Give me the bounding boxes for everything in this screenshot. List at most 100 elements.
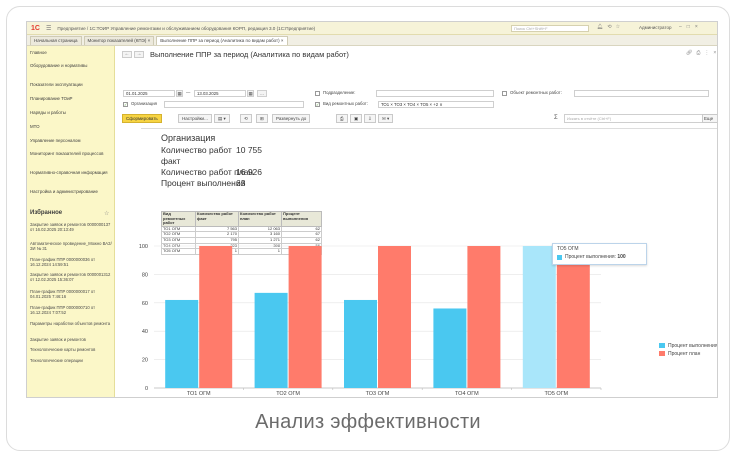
table-cell[interactable]: 100 (281, 248, 322, 255)
forward-arrow-icon[interactable]: → (134, 51, 144, 58)
nav-arrows: ← → (122, 51, 144, 58)
chart-tooltip: ТО5 ОГМ Процент выполнения: 100 (552, 243, 647, 265)
variant-button[interactable]: ▤ ▾ (214, 114, 230, 123)
stat-label: Количество работ (161, 145, 232, 155)
sidebar-item-reference[interactable]: Нормативно-справочная информация (30, 170, 112, 175)
link-icon[interactable]: 🔗︎ (686, 50, 692, 56)
print-icon[interactable]: ⎙ (696, 50, 700, 56)
report-table: Вид ремонтных работ Количество работ фак… (161, 211, 322, 255)
caption: Анализ эффективности (255, 411, 481, 433)
sidebar: Главное Оборудование и нормативы Показат… (27, 46, 115, 397)
table-header-row: Вид ремонтных работ Количество работ фак… (161, 211, 322, 227)
tab-kpi-monitor[interactable]: Монитор показателей (КПЭ) × (83, 36, 155, 45)
tooltip-label: Процент выполнения: 100 (565, 254, 626, 260)
stat-value: 63 (236, 178, 246, 188)
favorite-item[interactable]: Закрытие заявок и ремонтов (30, 337, 112, 342)
column-header: Количество работ факт (195, 211, 239, 227)
table-cell[interactable]: 1 (238, 248, 282, 255)
date-from-input[interactable]: 01.01.2025 (123, 90, 175, 97)
subdivision-label: Подразделение: (323, 90, 356, 95)
date-to-input[interactable]: 13.03.2025 (194, 90, 246, 97)
close-icon[interactable]: × (695, 24, 698, 30)
tooltip-title: ТО5 ОГМ (557, 246, 579, 252)
more-icon[interactable]: ⋮ (704, 50, 709, 56)
app-screenshot: 1С ☰ Предприятие / 1С:ТОИР Управление ре… (26, 21, 718, 398)
sidebar-item-equipment[interactable]: Оборудование и нормативы (30, 63, 112, 68)
sidebar-item-main[interactable]: Главное (30, 50, 112, 55)
report-organization: Организация (161, 133, 216, 143)
work-types-input[interactable]: ТО1 × ТО3 × ТО4 × ТО5 × +2 ∨ (378, 101, 494, 108)
organization-checkbox[interactable]: ✓ (123, 102, 128, 107)
minimize-icon[interactable]: – (679, 24, 682, 30)
more-button[interactable]: Еще (702, 114, 717, 123)
refresh-icon[interactable]: ⊞ (256, 114, 268, 123)
user-name[interactable]: Администратор (639, 25, 671, 30)
window-controls: – □ × (679, 24, 698, 30)
attach-icon[interactable]: ⇩ (364, 114, 376, 123)
column-header: Количество работ план (238, 211, 282, 227)
favorite-item[interactable]: Технологические операции (30, 358, 112, 363)
organization-label: Организация (131, 101, 157, 106)
work-types-label: Вид ремонтных работ: (323, 101, 368, 106)
subdivision-input[interactable] (376, 90, 494, 97)
save-icon[interactable]: ⟲ (240, 114, 252, 123)
favorite-item[interactable]: Технологические карты ремонтов (30, 347, 112, 352)
back-arrow-icon[interactable]: ← (122, 51, 132, 58)
tab-home[interactable]: Начальная страница (30, 36, 82, 45)
repair-object-input[interactable] (574, 90, 709, 97)
favorite-item[interactable]: Закрытие заявок и ремонтов 0000000137 от… (30, 222, 112, 232)
report-search-input[interactable]: Искать в отчёте (Ctrl+F) (564, 114, 709, 123)
sidebar-item-admin[interactable]: Настройка и администрирование (30, 189, 112, 194)
favorite-item[interactable]: План-график ППР 0000000036 от 16.12.2024… (30, 257, 112, 267)
menu-icon[interactable]: ☰ (46, 25, 51, 32)
generate-button[interactable]: Сформировать (122, 114, 162, 123)
send-icon[interactable]: ✉ ▾ (378, 114, 394, 123)
favorites-star-icon[interactable]: ☆ (104, 210, 109, 217)
favorite-item[interactable]: Закрытие заявок и ремонтов 0000001312 от… (30, 272, 112, 282)
table-cell[interactable]: ТО5 ОГМ (161, 248, 196, 255)
app-logo: 1С (31, 24, 40, 32)
sidebar-item-personnel[interactable]: Управление персоналом (30, 138, 112, 143)
sidebar-item-mto[interactable]: МТО (30, 124, 112, 129)
table-row[interactable]: ТО5 ОГМ 1 1 100 (161, 248, 322, 255)
column-header: Вид ремонтных работ (161, 211, 196, 227)
sum-icon[interactable]: Σ (554, 115, 558, 121)
form-icons: 🔗︎ ⎙ ⋮ × (686, 50, 716, 56)
subdivision-checkbox[interactable] (315, 91, 320, 96)
organization-input[interactable] (164, 101, 304, 108)
sidebar-item-monitoring[interactable]: Мониторинг показателей процессов (30, 151, 112, 156)
form-close-icon[interactable]: × (713, 50, 716, 56)
table-cell[interactable]: 1 (195, 248, 239, 255)
stat-label: Процент выполнения (161, 178, 246, 188)
favorite-item[interactable]: План-график ППР 0000000017 от 04.01.2025… (30, 289, 112, 299)
page-title: Выполнение ППР за период (Аналитика по в… (150, 50, 349, 59)
sidebar-item-orders[interactable]: Наряды и работы (30, 110, 112, 115)
favorite-item[interactable]: План-график ППР 0000000710 от 16.12.2024… (30, 305, 112, 315)
main-content: ← → Выполнение ППР за период (Аналитика … (116, 46, 717, 397)
expand-button[interactable]: Развернуть до (272, 114, 311, 123)
tooltip-value: 100 (617, 254, 626, 260)
star-icon[interactable]: ☆ (616, 24, 620, 30)
favorites-title: Избранное (30, 210, 63, 216)
repair-object-checkbox[interactable] (502, 91, 507, 96)
date-dash: — (186, 90, 191, 95)
global-search-input[interactable]: Поиск Ctrl+Shift+F (511, 25, 589, 32)
tab-ppr-report[interactable]: Выполнение ППР за период (Аналитика по в… (156, 36, 288, 45)
tabs-bar: Начальная страница Монитор показателей (… (27, 35, 717, 46)
favorite-item[interactable]: Автоматическое проведение_Можно ВАЗ/ЗИ №… (30, 241, 112, 251)
favorite-item[interactable]: Параметры наработки объектов ремонта (30, 321, 112, 326)
tooltip-swatch (557, 255, 562, 260)
settings-button[interactable]: Настройки... (178, 114, 212, 123)
maximize-icon[interactable]: □ (687, 24, 690, 30)
print-report-icon[interactable]: ⎙ (336, 114, 348, 123)
export-icon[interactable]: ▣ (350, 114, 363, 123)
stat-value: 10 755 (236, 145, 262, 155)
history-icon[interactable]: ⟲ (607, 24, 611, 30)
calendar-to-icon[interactable]: ▦ (247, 90, 254, 97)
sidebar-item-indicators[interactable]: Показатели эксплуатации (30, 82, 112, 87)
sidebar-item-planning[interactable]: Планирование ТОиР (30, 96, 112, 101)
bell-icon[interactable]: 🔔︎ (597, 24, 603, 30)
period-select-button[interactable]: ... (257, 90, 267, 97)
calendar-from-icon[interactable]: ▦ (176, 90, 183, 97)
work-types-checkbox[interactable]: ✓ (315, 102, 320, 107)
